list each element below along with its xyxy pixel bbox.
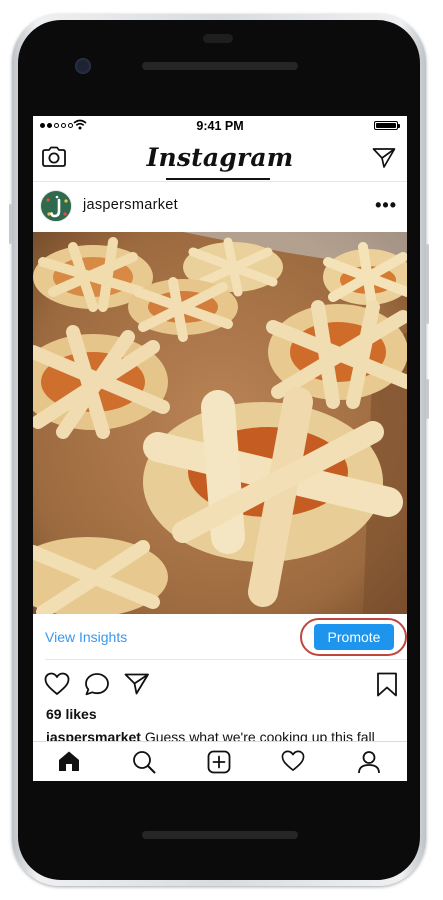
phone-power-button — [426, 379, 429, 419]
activity-heart-icon[interactable] — [281, 750, 305, 772]
battery-fill — [376, 123, 396, 128]
bookmark-icon[interactable] — [376, 672, 398, 697]
status-time: 9:41 PM — [196, 119, 244, 133]
phone-screen: 9:41 PM Instagram jaspersmarket ••• View… — [33, 116, 407, 781]
heart-icon[interactable] — [44, 672, 70, 696]
search-icon[interactable] — [132, 750, 156, 774]
promote-button[interactable]: Promote — [314, 624, 394, 650]
post-image[interactable] — [33, 232, 407, 614]
phone-earpiece — [203, 34, 233, 43]
home-icon[interactable] — [57, 750, 81, 772]
share-icon[interactable] — [124, 672, 150, 696]
person-icon[interactable] — [357, 750, 381, 774]
battery-icon — [374, 121, 400, 130]
divider — [45, 659, 407, 660]
comment-bubble-icon[interactable] — [84, 672, 110, 696]
likes-count[interactable]: 69 likes — [46, 706, 97, 722]
logo-underline — [166, 178, 270, 180]
avatar[interactable] — [40, 190, 72, 222]
phone-volume-button — [426, 244, 429, 324]
direct-message-icon[interactable] — [372, 147, 396, 169]
view-insights-link[interactable]: View Insights — [45, 629, 127, 645]
plus-square-icon[interactable] — [207, 750, 231, 774]
top-speaker — [142, 62, 298, 70]
instagram-logo: Instagram — [146, 143, 294, 172]
post-username[interactable]: jaspersmarket — [83, 197, 178, 213]
post-actions — [33, 670, 407, 700]
more-options-icon[interactable]: ••• — [375, 195, 397, 216]
front-camera — [75, 58, 91, 74]
pies-photo — [33, 232, 407, 614]
status-bar: 9:41 PM — [33, 116, 407, 136]
bottom-speaker — [142, 831, 298, 839]
insights-row: View Insights Promote — [33, 614, 407, 659]
phone-side-button — [9, 204, 12, 244]
app-header: Instagram — [33, 138, 407, 182]
avatar-logo-icon — [42, 192, 71, 221]
post-header: jaspersmarket ••• — [33, 183, 407, 233]
bottom-tab-bar — [33, 741, 407, 781]
